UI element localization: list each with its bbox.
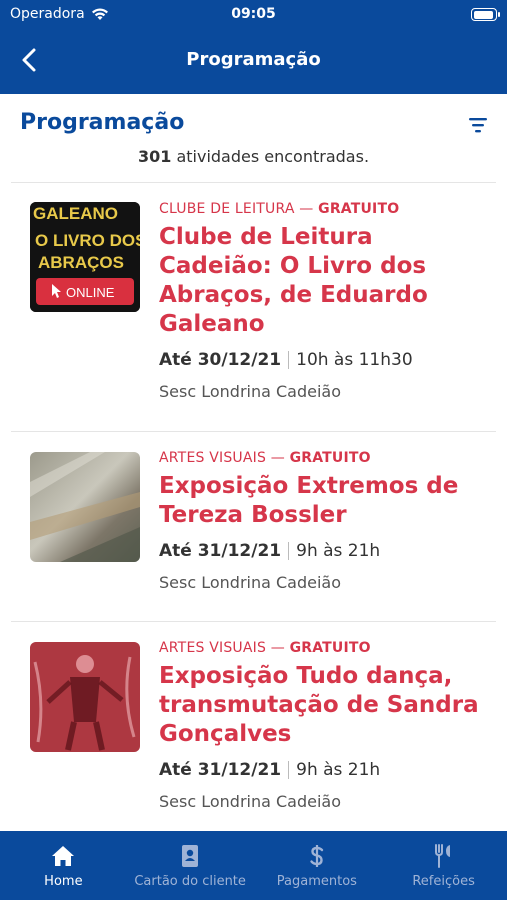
results-count-label: atividades encontradas.: [176, 147, 370, 166]
event-title: Exposição Extremos de Tereza Bossler: [159, 473, 459, 528]
event-category: ARTES VISUAIS — GRATUITO: [159, 640, 487, 656]
tab-payments[interactable]: Pagamentos: [254, 831, 381, 900]
event-schedule: Até 31/12/21 9h às 21h: [159, 760, 487, 780]
id-card-icon: [182, 845, 199, 867]
event-hours: 9h às 21h: [296, 760, 381, 780]
separator: [288, 761, 290, 779]
event-hours: 9h às 21h: [296, 541, 381, 561]
tab-label: Pagamentos: [276, 874, 357, 889]
results-count-number: 301: [137, 147, 172, 166]
event-body: CLUBE DE LEITURA — GRATUITO Clube de Lei…: [159, 201, 487, 401]
tab-label: Cartão do cliente: [134, 874, 246, 889]
category-label: ARTES VISUAIS —: [159, 450, 285, 466]
tab-label: Home: [44, 874, 83, 889]
nav-title: Programação: [186, 49, 321, 70]
status-bar: Operadora 09:05: [0, 0, 507, 30]
event-card[interactable]: ARTES VISUAIS — GRATUITO Exposição Extre…: [0, 432, 507, 621]
price-label: GRATUITO: [318, 201, 400, 217]
event-title: Exposição Tudo dança, transmutação de Sa…: [159, 663, 479, 747]
event-date: Até 31/12/21: [159, 541, 282, 561]
category-label: ARTES VISUAIS —: [159, 640, 285, 656]
page-title: Programação: [20, 110, 185, 135]
event-thumbnail: [30, 452, 140, 562]
event-title: Clube de Leitura Cadeião: O Livro dos Ab…: [159, 224, 428, 337]
tab-client-card[interactable]: Cartão do cliente: [127, 831, 254, 900]
event-body: ARTES VISUAIS — GRATUITO Exposição Extre…: [159, 450, 487, 592]
separator: [288, 351, 290, 369]
tab-bar: Home Cartão do cliente Pagamentos Refeiç…: [0, 831, 507, 900]
event-date: Até 30/12/21: [159, 350, 282, 370]
tab-home[interactable]: Home: [0, 831, 127, 900]
cover-line-1: GALEANO: [33, 204, 118, 223]
fork-knife-icon: [434, 844, 450, 868]
event-place: Sesc Londrina Cadeião: [159, 573, 342, 592]
event-date: Até 31/12/21: [159, 760, 282, 780]
event-hours: 10h às 11h30: [296, 350, 413, 370]
dollar-icon: [310, 845, 324, 867]
online-badge: ONLINE: [66, 285, 115, 300]
book-cover-image: GALEANO O LIVRO DOS ABRAÇOS ONLINE: [30, 202, 140, 312]
event-schedule: Até 30/12/21 10h às 11h30: [159, 350, 487, 370]
separator: [288, 542, 290, 560]
category-label: CLUBE DE LEITURA —: [159, 201, 314, 217]
event-thumbnail: GALEANO O LIVRO DOS ABRAÇOS ONLINE: [30, 202, 140, 312]
event-thumbnail: [30, 642, 140, 752]
exhibition-image: [30, 642, 140, 752]
event-category: ARTES VISUAIS — GRATUITO: [159, 450, 487, 466]
price-label: GRATUITO: [289, 640, 371, 656]
tab-meals[interactable]: Refeições: [380, 831, 507, 900]
event-schedule: Até 31/12/21 9h às 21h: [159, 541, 487, 561]
filter-icon[interactable]: [467, 114, 489, 136]
exhibition-image: [30, 452, 140, 562]
cover-line-3: ABRAÇOS: [38, 253, 124, 272]
event-body: ARTES VISUAIS — GRATUITO Exposição Tudo …: [159, 640, 487, 811]
event-card[interactable]: GALEANO O LIVRO DOS ABRAÇOS ONLINE CLUBE…: [0, 183, 507, 431]
top-bar: Operadora 09:05 Programação: [0, 0, 507, 94]
event-card[interactable]: ARTES VISUAIS — GRATUITO Exposição Tudo …: [0, 622, 507, 831]
event-place: Sesc Londrina Cadeião: [159, 382, 342, 401]
cover-line-2: O LIVRO DOS: [35, 231, 140, 250]
home-icon: [52, 846, 75, 866]
results-count: 301 atividades encontradas.: [0, 147, 507, 166]
event-category: CLUBE DE LEITURA — GRATUITO: [159, 201, 487, 217]
status-time: 09:05: [231, 6, 276, 22]
event-place: Sesc Londrina Cadeião: [159, 792, 342, 811]
tab-label: Refeições: [412, 874, 475, 889]
nav-bar: Programação: [0, 30, 507, 94]
battery-icon: [471, 8, 500, 21]
price-label: GRATUITO: [289, 450, 371, 466]
section-header: Programação 301 atividades encontradas.: [0, 94, 507, 182]
